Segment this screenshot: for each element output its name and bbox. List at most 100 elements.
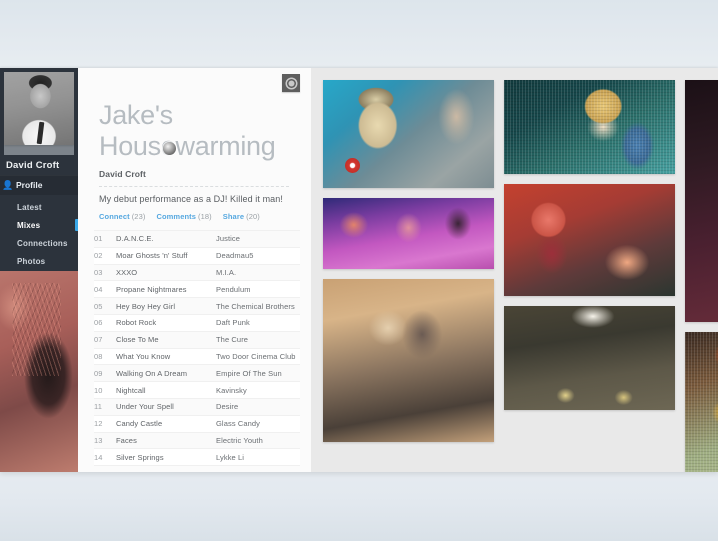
- track-artist: Deadmau5: [216, 251, 254, 261]
- page-title: Jake's Housewarming: [99, 100, 276, 161]
- track-title: Under Your Spell: [116, 402, 174, 412]
- divider: [99, 186, 289, 187]
- photo-two-men-wall[interactable]: [323, 279, 494, 442]
- track-row[interactable]: 02 Moar Ghosts 'n' Stuff Deadmau5: [94, 247, 300, 265]
- mix-detail-panel: Jake's Housewarming David Croft My debut…: [78, 68, 311, 472]
- photo-legs-shoes[interactable]: [504, 306, 675, 410]
- sidebar-item-mixes[interactable]: Mixes: [0, 217, 78, 233]
- gear-icon: [286, 78, 296, 88]
- track-title: Propane Nightmares: [116, 284, 187, 294]
- photo-man-dark-red[interactable]: [685, 80, 718, 322]
- track-title: Walking On A Dream: [116, 368, 188, 378]
- track-artist: The Cure: [216, 335, 249, 345]
- action-link-row: Connect (23) Comments (18) Share (20): [99, 212, 260, 221]
- track-artist: Pendulum: [216, 284, 251, 294]
- track-number: 13: [94, 435, 103, 445]
- photo-gallery: [311, 68, 718, 472]
- app-window: David Croft 👤 Profile Latest Mixes Conne…: [0, 68, 718, 472]
- track-artist: M.I.A.: [216, 267, 237, 277]
- track-title: Candy Castle: [116, 419, 163, 429]
- track-artist: Kavinsky: [216, 385, 247, 395]
- photo-texture: [504, 80, 675, 174]
- track-title: XXXO: [116, 267, 138, 277]
- track-row[interactable]: 05 Hey Boy Hey Girl The Chemical Brothers: [94, 298, 300, 315]
- gallery-column-1: [323, 80, 494, 472]
- mix-description: My debut performance as a DJ! Killed it …: [99, 194, 283, 204]
- rail-photo-texture: [12, 283, 61, 376]
- sidebar-item-latest[interactable]: Latest: [0, 199, 78, 215]
- photo-green-shirt[interactable]: [685, 332, 718, 472]
- track-number: 08: [94, 351, 103, 361]
- track-title: Hey Boy Hey Girl: [116, 301, 176, 311]
- track-title: Nightcall: [116, 385, 146, 395]
- track-number: 03: [94, 267, 103, 277]
- photo-purple-crowd[interactable]: [323, 198, 494, 269]
- track-artist: Justice: [216, 234, 241, 244]
- track-row[interactable]: 04 Propane Nightmares Pendulum: [94, 281, 300, 299]
- photo-texture: [685, 332, 718, 472]
- track-title: Silver Springs: [116, 452, 164, 462]
- sidebar-item-profile-label: Profile: [16, 180, 43, 190]
- track-row[interactable]: 03 XXXO M.I.A.: [94, 264, 300, 282]
- track-row[interactable]: 09 Walking On A Dream Empire Of The Sun: [94, 365, 300, 383]
- track-row[interactable]: 07 Close To Me The Cure: [94, 331, 300, 349]
- track-title: Moar Ghosts 'n' Stuff: [116, 251, 188, 261]
- avatar[interactable]: [4, 72, 74, 155]
- mouse-cursor: [163, 142, 176, 155]
- photo-blonde-woman[interactable]: [323, 80, 494, 188]
- sidebar-user-name: David Croft: [6, 160, 60, 171]
- track-number: 12: [94, 419, 103, 429]
- photo-red-hands[interactable]: [504, 184, 675, 296]
- track-artist: Desire: [216, 402, 239, 412]
- sidebar: David Croft 👤 Profile Latest Mixes Conne…: [0, 68, 78, 271]
- sidebar-item-connections[interactable]: Connections: [0, 235, 78, 251]
- mix-author: David Croft: [99, 169, 146, 179]
- track-row[interactable]: 14 Silver Springs Lykke Li: [94, 449, 300, 467]
- sidebar-item-photos[interactable]: Photos: [0, 253, 78, 269]
- photo-badge-icon: [345, 157, 361, 173]
- track-number: 09: [94, 368, 103, 378]
- sidebar-item-mixes-label: Mixes: [17, 220, 41, 230]
- comments-link[interactable]: Comments (18): [156, 212, 211, 221]
- track-number: 11: [94, 402, 102, 412]
- gallery-column-2: [504, 80, 675, 472]
- track-row[interactable]: 08 What You Know Two Door Cinema Club: [94, 348, 300, 366]
- gallery-column-3: [685, 80, 718, 472]
- track-number: 04: [94, 284, 103, 294]
- track-number: 14: [94, 452, 103, 462]
- track-artist: Glass Candy: [216, 419, 261, 429]
- track-number: 01: [94, 234, 103, 244]
- track-title: Close To Me: [116, 335, 159, 345]
- track-number: 10: [94, 385, 103, 395]
- track-artist: Lykke Li: [216, 452, 245, 462]
- track-artist: Two Door Cinema Club: [216, 351, 296, 361]
- sidebar-item-connections-label: Connections: [17, 238, 68, 248]
- sidebar-item-latest-label: Latest: [17, 202, 42, 212]
- sidebar-item-profile[interactable]: 👤 Profile: [0, 175, 78, 195]
- track-number: 05: [94, 301, 103, 311]
- track-artist: The Chemical Brothers: [216, 301, 295, 311]
- person-icon: 👤: [2, 179, 14, 190]
- track-title: Faces: [116, 435, 137, 445]
- track-number: 02: [94, 251, 103, 261]
- track-row[interactable]: 01 D.A.N.C.E. Justice: [94, 231, 300, 248]
- tracklist: 01 D.A.N.C.E. Justice 02 Moar Ghosts 'n' Stu…: [94, 230, 300, 467]
- track-row[interactable]: 06 Robot Rock Daft Punk: [94, 314, 300, 332]
- track-row[interactable]: 11 Under Your Spell Desire: [94, 398, 300, 416]
- settings-gear-button[interactable]: [282, 74, 300, 92]
- track-title: What You Know: [116, 351, 171, 361]
- connect-link[interactable]: Connect (23): [99, 212, 145, 221]
- photo-man-glasses[interactable]: [504, 80, 675, 174]
- left-rail: David Croft 👤 Profile Latest Mixes Conne…: [0, 68, 78, 472]
- share-link[interactable]: Share (20): [223, 212, 260, 221]
- track-artist: Empire Of The Sun: [216, 368, 282, 378]
- track-row[interactable]: 10 Nightcall Kavinsky: [94, 382, 300, 399]
- track-title: Robot Rock: [116, 318, 157, 328]
- track-row[interactable]: 13 Faces Electric Youth: [94, 432, 300, 450]
- track-number: 07: [94, 335, 103, 345]
- track-title: D.A.N.C.E.: [116, 234, 154, 244]
- track-row[interactable]: 12 Candy Castle Glass Candy: [94, 415, 300, 433]
- rail-background-photo: [0, 271, 78, 472]
- sidebar-item-photos-label: Photos: [17, 256, 46, 266]
- track-artist: Electric Youth: [216, 435, 263, 445]
